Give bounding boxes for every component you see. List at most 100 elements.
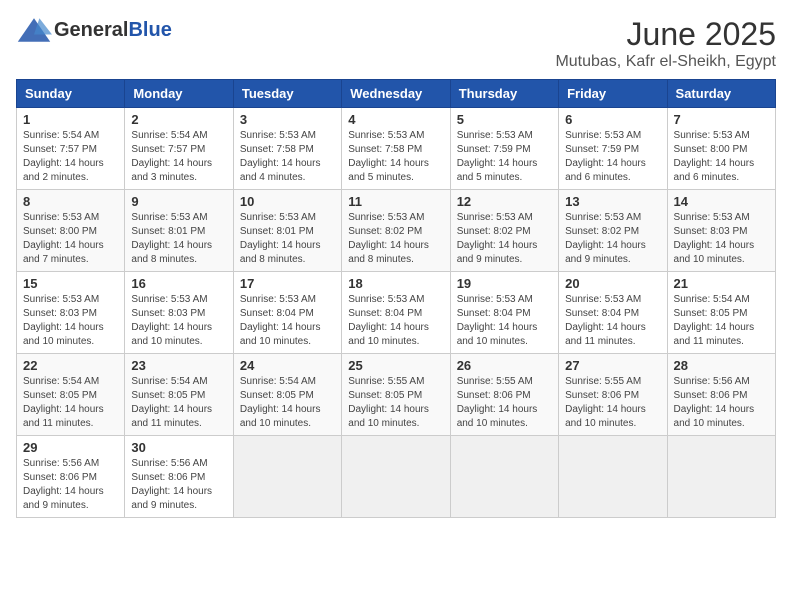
day-number: 13 [565, 194, 660, 209]
calendar-cell: 5 Sunrise: 5:53 AMSunset: 7:59 PMDayligh… [450, 108, 558, 190]
calendar-cell: 28 Sunrise: 5:56 AMSunset: 8:06 PMDaylig… [667, 354, 775, 436]
calendar-cell [667, 436, 775, 518]
calendar-cell: 13 Sunrise: 5:53 AMSunset: 8:02 PMDaylig… [559, 190, 667, 272]
day-number: 2 [131, 112, 226, 127]
calendar-week-3: 15 Sunrise: 5:53 AMSunset: 8:03 PMDaylig… [17, 272, 776, 354]
day-number: 23 [131, 358, 226, 373]
logo: GeneralBlue [16, 16, 172, 44]
day-number: 7 [674, 112, 769, 127]
day-number: 22 [23, 358, 118, 373]
day-number: 18 [348, 276, 443, 291]
day-info: Sunrise: 5:53 AMSunset: 8:03 PMDaylight:… [674, 211, 769, 267]
day-number: 8 [23, 194, 118, 209]
calendar-week-1: 1 Sunrise: 5:54 AMSunset: 7:57 PMDayligh… [17, 108, 776, 190]
day-number: 15 [23, 276, 118, 291]
calendar-cell: 16 Sunrise: 5:53 AMSunset: 8:03 PMDaylig… [125, 272, 233, 354]
calendar-cell: 3 Sunrise: 5:53 AMSunset: 7:58 PMDayligh… [233, 108, 341, 190]
calendar-cell: 15 Sunrise: 5:53 AMSunset: 8:03 PMDaylig… [17, 272, 125, 354]
calendar-cell: 25 Sunrise: 5:55 AMSunset: 8:05 PMDaylig… [342, 354, 450, 436]
calendar-cell [233, 436, 341, 518]
header-sunday: Sunday [17, 80, 125, 108]
day-info: Sunrise: 5:55 AMSunset: 8:06 PMDaylight:… [457, 375, 552, 431]
day-number: 4 [348, 112, 443, 127]
calendar-week-2: 8 Sunrise: 5:53 AMSunset: 8:00 PMDayligh… [17, 190, 776, 272]
calendar-cell: 24 Sunrise: 5:54 AMSunset: 8:05 PMDaylig… [233, 354, 341, 436]
calendar-cell: 27 Sunrise: 5:55 AMSunset: 8:06 PMDaylig… [559, 354, 667, 436]
day-info: Sunrise: 5:54 AMSunset: 8:05 PMDaylight:… [131, 375, 226, 431]
day-number: 27 [565, 358, 660, 373]
day-number: 10 [240, 194, 335, 209]
day-info: Sunrise: 5:55 AMSunset: 8:06 PMDaylight:… [565, 375, 660, 431]
day-info: Sunrise: 5:53 AMSunset: 8:04 PMDaylight:… [348, 293, 443, 349]
calendar-week-5: 29 Sunrise: 5:56 AMSunset: 8:06 PMDaylig… [17, 436, 776, 518]
calendar-cell: 23 Sunrise: 5:54 AMSunset: 8:05 PMDaylig… [125, 354, 233, 436]
day-number: 12 [457, 194, 552, 209]
calendar-cell: 8 Sunrise: 5:53 AMSunset: 8:00 PMDayligh… [17, 190, 125, 272]
day-number: 29 [23, 440, 118, 455]
calendar-cell: 12 Sunrise: 5:53 AMSunset: 8:02 PMDaylig… [450, 190, 558, 272]
calendar-cell: 11 Sunrise: 5:53 AMSunset: 8:02 PMDaylig… [342, 190, 450, 272]
day-info: Sunrise: 5:53 AMSunset: 8:01 PMDaylight:… [131, 211, 226, 267]
day-info: Sunrise: 5:53 AMSunset: 8:04 PMDaylight:… [240, 293, 335, 349]
calendar-cell: 26 Sunrise: 5:55 AMSunset: 8:06 PMDaylig… [450, 354, 558, 436]
day-info: Sunrise: 5:53 AMSunset: 8:00 PMDaylight:… [23, 211, 118, 267]
calendar-cell: 21 Sunrise: 5:54 AMSunset: 8:05 PMDaylig… [667, 272, 775, 354]
calendar-cell: 30 Sunrise: 5:56 AMSunset: 8:06 PMDaylig… [125, 436, 233, 518]
day-number: 19 [457, 276, 552, 291]
day-number: 21 [674, 276, 769, 291]
logo-icon [16, 16, 52, 44]
logo-blue-text: Blue [128, 19, 171, 41]
day-number: 16 [131, 276, 226, 291]
day-info: Sunrise: 5:54 AMSunset: 7:57 PMDaylight:… [131, 129, 226, 185]
day-number: 9 [131, 194, 226, 209]
day-number: 3 [240, 112, 335, 127]
day-number: 28 [674, 358, 769, 373]
day-info: Sunrise: 5:54 AMSunset: 8:05 PMDaylight:… [240, 375, 335, 431]
day-info: Sunrise: 5:53 AMSunset: 7:58 PMDaylight:… [240, 129, 335, 185]
calendar-cell: 2 Sunrise: 5:54 AMSunset: 7:57 PMDayligh… [125, 108, 233, 190]
day-number: 6 [565, 112, 660, 127]
header-wednesday: Wednesday [342, 80, 450, 108]
header: GeneralBlue June 2025 Mutubas, Kafr el-S… [16, 16, 776, 71]
calendar-cell: 20 Sunrise: 5:53 AMSunset: 8:04 PMDaylig… [559, 272, 667, 354]
day-number: 5 [457, 112, 552, 127]
calendar-cell [559, 436, 667, 518]
day-info: Sunrise: 5:53 AMSunset: 8:03 PMDaylight:… [131, 293, 226, 349]
day-number: 14 [674, 194, 769, 209]
calendar-week-4: 22 Sunrise: 5:54 AMSunset: 8:05 PMDaylig… [17, 354, 776, 436]
day-number: 20 [565, 276, 660, 291]
calendar-cell: 1 Sunrise: 5:54 AMSunset: 7:57 PMDayligh… [17, 108, 125, 190]
day-info: Sunrise: 5:53 AMSunset: 8:01 PMDaylight:… [240, 211, 335, 267]
day-number: 26 [457, 358, 552, 373]
day-info: Sunrise: 5:53 AMSunset: 8:02 PMDaylight:… [457, 211, 552, 267]
day-info: Sunrise: 5:53 AMSunset: 8:04 PMDaylight:… [565, 293, 660, 349]
calendar-cell: 14 Sunrise: 5:53 AMSunset: 8:03 PMDaylig… [667, 190, 775, 272]
calendar-cell: 6 Sunrise: 5:53 AMSunset: 7:59 PMDayligh… [559, 108, 667, 190]
header-monday: Monday [125, 80, 233, 108]
day-number: 30 [131, 440, 226, 455]
calendar-cell: 7 Sunrise: 5:53 AMSunset: 8:00 PMDayligh… [667, 108, 775, 190]
day-number: 1 [23, 112, 118, 127]
day-info: Sunrise: 5:56 AMSunset: 8:06 PMDaylight:… [23, 457, 118, 513]
calendar-cell: 19 Sunrise: 5:53 AMSunset: 8:04 PMDaylig… [450, 272, 558, 354]
day-info: Sunrise: 5:54 AMSunset: 8:05 PMDaylight:… [674, 293, 769, 349]
calendar-table: Sunday Monday Tuesday Wednesday Thursday… [16, 79, 776, 518]
day-info: Sunrise: 5:53 AMSunset: 8:02 PMDaylight:… [348, 211, 443, 267]
day-number: 17 [240, 276, 335, 291]
day-info: Sunrise: 5:53 AMSunset: 8:02 PMDaylight:… [565, 211, 660, 267]
header-tuesday: Tuesday [233, 80, 341, 108]
header-thursday: Thursday [450, 80, 558, 108]
logo-general-text: General [54, 19, 128, 41]
calendar-cell: 17 Sunrise: 5:53 AMSunset: 8:04 PMDaylig… [233, 272, 341, 354]
day-number: 24 [240, 358, 335, 373]
header-friday: Friday [559, 80, 667, 108]
calendar-title: June 2025 [555, 16, 776, 53]
day-info: Sunrise: 5:56 AMSunset: 8:06 PMDaylight:… [674, 375, 769, 431]
calendar-cell: 10 Sunrise: 5:53 AMSunset: 8:01 PMDaylig… [233, 190, 341, 272]
day-info: Sunrise: 5:54 AMSunset: 7:57 PMDaylight:… [23, 129, 118, 185]
day-info: Sunrise: 5:56 AMSunset: 8:06 PMDaylight:… [131, 457, 226, 513]
day-info: Sunrise: 5:53 AMSunset: 8:04 PMDaylight:… [457, 293, 552, 349]
title-section: June 2025 Mutubas, Kafr el-Sheikh, Egypt [555, 16, 776, 71]
day-number: 11 [348, 194, 443, 209]
header-saturday: Saturday [667, 80, 775, 108]
